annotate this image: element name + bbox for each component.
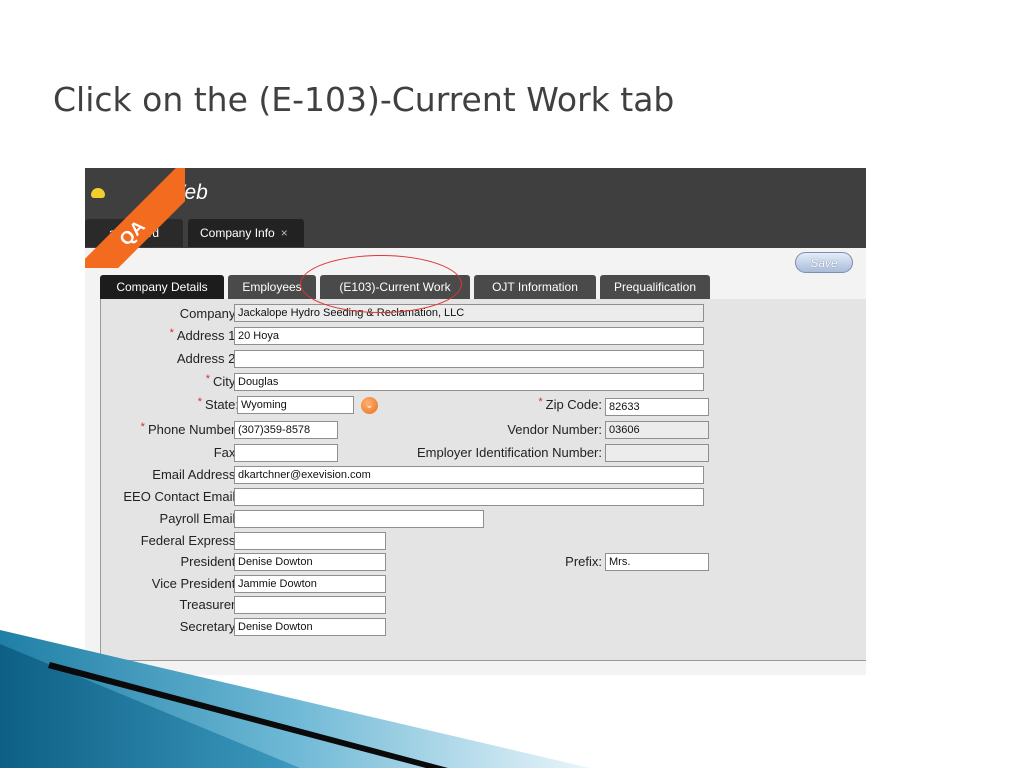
tab-prequalification[interactable]: Prequalification — [600, 275, 710, 299]
ein-label: Employer Identification Number: — [417, 445, 602, 460]
slide-decoration — [0, 630, 590, 768]
email-label: Email Address: — [152, 467, 239, 482]
app-screenshot: Web ashboard Company Info × QA Save Compa… — [85, 168, 866, 675]
city-input[interactable]: Douglas — [234, 373, 704, 391]
company-details-form: Company: Jackalope Hydro Seeding & Recla… — [100, 299, 866, 661]
tab-company-info[interactable]: Company Info × — [188, 219, 304, 247]
fax-input[interactable] — [234, 444, 338, 462]
vice-president-input[interactable]: Jammie Dowton — [234, 575, 386, 593]
treasurer-input[interactable] — [234, 596, 386, 614]
treasurer-label: Treasurer: — [179, 597, 239, 612]
close-icon[interactable]: × — [281, 226, 288, 240]
payroll-email-label: Payroll Email: — [159, 511, 239, 526]
chevron-down-icon[interactable]: ⌄ — [361, 397, 378, 414]
tab-company-details[interactable]: Company Details — [100, 275, 224, 299]
phone-label: * Phone Number: — [140, 421, 239, 437]
company-field: Jackalope Hydro Seeding & Reclamation, L… — [234, 304, 704, 322]
save-button[interactable]: Save — [795, 252, 853, 273]
address2-label: Address 2: — [176, 351, 239, 366]
address1-input[interactable]: 20 Hoya — [234, 327, 704, 345]
zip-input[interactable]: 82633 — [605, 398, 709, 416]
tab-dashboard-label: ashboard — [108, 226, 160, 240]
email-input[interactable]: dkartchner@exevision.com — [234, 466, 704, 484]
logo-icon — [91, 188, 105, 198]
highlight-circle — [300, 255, 462, 313]
tab-dashboard[interactable]: ashboard — [85, 219, 183, 247]
tab-ojt-information[interactable]: OJT Information — [474, 275, 596, 299]
slide-title: Click on the (E-103)-Current Work tab — [53, 80, 675, 119]
vendor-label: Vendor Number: — [507, 422, 602, 437]
state-select[interactable]: Wyoming — [237, 396, 354, 414]
company-label: Company: — [179, 306, 239, 321]
prefix-label: Prefix: — [565, 554, 602, 569]
state-label: * State: — [197, 396, 239, 412]
eeo-email-input[interactable] — [234, 488, 704, 506]
tab-company-info-label: Company Info — [200, 226, 275, 240]
eeo-email-label: EEO Contact Email: — [123, 489, 239, 504]
fedex-input[interactable] — [234, 532, 386, 550]
fedex-label: Federal Express: — [140, 533, 239, 548]
phone-input[interactable]: (307)359-8578 — [234, 421, 338, 439]
prefix-input[interactable]: Mrs. — [605, 553, 709, 571]
address2-input[interactable] — [234, 350, 704, 368]
president-label: President: — [180, 554, 239, 569]
zip-label: * Zip Code: — [538, 396, 602, 412]
president-input[interactable]: Denise Dowton — [234, 553, 386, 571]
ein-field — [605, 444, 709, 462]
app-name: Web — [165, 181, 208, 204]
vice-president-label: Vice President: — [151, 576, 239, 591]
app-header: Web ashboard Company Info × — [85, 168, 866, 248]
vendor-field: 03606 — [605, 421, 709, 439]
address1-label: * Address 1: — [169, 327, 239, 343]
payroll-email-input[interactable] — [234, 510, 484, 528]
sub-tab-bar: Company Details Employees (E103)-Current… — [100, 275, 866, 299]
